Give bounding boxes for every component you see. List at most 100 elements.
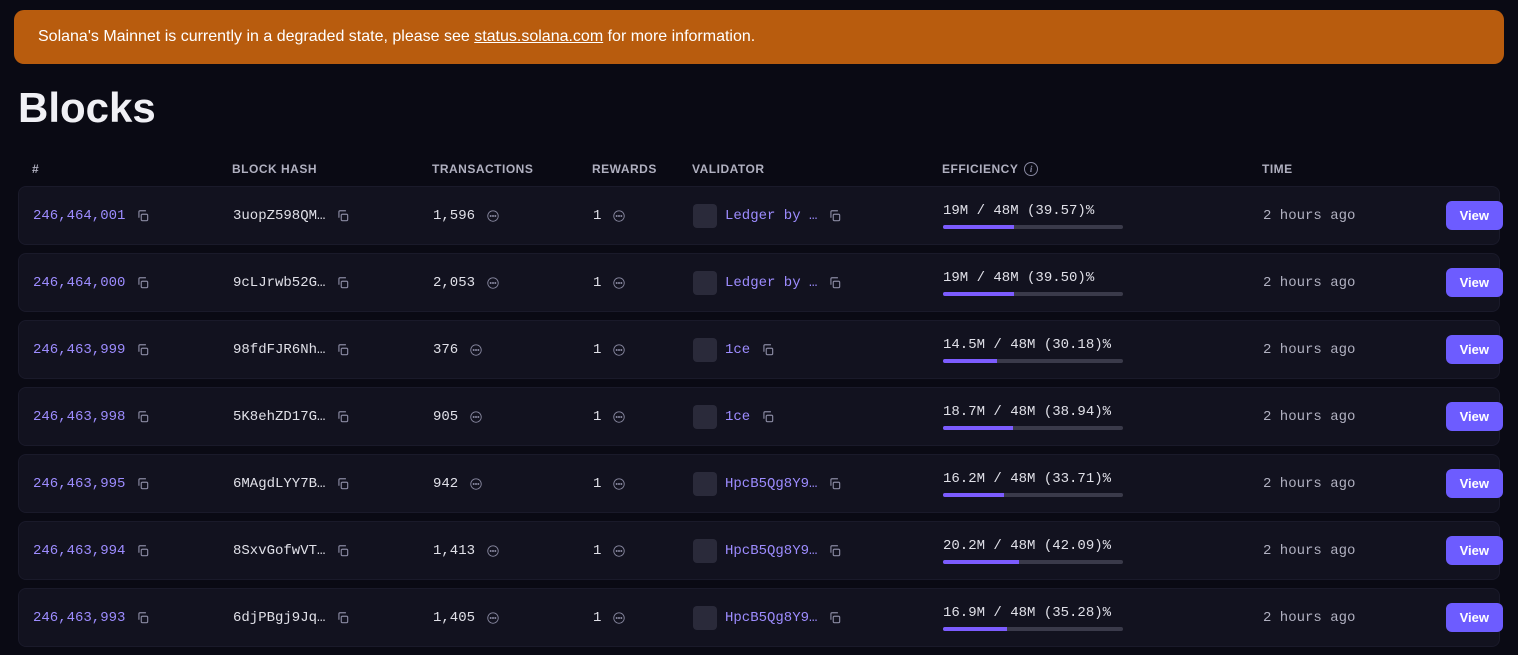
copy-icon[interactable] <box>333 340 353 360</box>
efficiency-bar <box>943 493 1123 497</box>
efficiency-text: 18.7M / 48M (38.94)% <box>943 404 1123 420</box>
efficiency-text: 19M / 48M (39.50)% <box>943 270 1123 286</box>
copy-icon[interactable] <box>825 474 845 494</box>
copy-icon[interactable] <box>333 407 353 427</box>
more-icon[interactable] <box>609 541 629 561</box>
block-number[interactable]: 246,464,000 <box>33 275 125 291</box>
copy-icon[interactable] <box>333 608 353 628</box>
block-number[interactable]: 246,464,001 <box>33 208 125 224</box>
efficiency-bar <box>943 359 1123 363</box>
validator-name[interactable]: Ledger by … <box>725 275 817 291</box>
time-text: 2 hours ago <box>1263 275 1355 291</box>
copy-icon[interactable] <box>133 541 153 561</box>
block-number[interactable]: 246,463,995 <box>33 476 125 492</box>
tx-count: 2,053 <box>433 275 475 291</box>
efficiency-text: 16.2M / 48M (33.71)% <box>943 471 1123 487</box>
efficiency-text: 20.2M / 48M (42.09)% <box>943 538 1123 554</box>
more-icon[interactable] <box>466 474 486 494</box>
copy-icon[interactable] <box>825 608 845 628</box>
more-icon[interactable] <box>483 541 503 561</box>
more-icon[interactable] <box>609 474 629 494</box>
rewards-count: 1 <box>593 543 601 559</box>
validator-name[interactable]: HpcB5Qg8Y9… <box>725 543 817 559</box>
banner-link[interactable]: status.solana.com <box>474 28 603 45</box>
banner-text-before: Solana's Mainnet is currently in a degra… <box>38 28 474 45</box>
view-button[interactable]: View <box>1446 268 1503 297</box>
more-icon[interactable] <box>609 340 629 360</box>
block-hash: 3uopZ598QM… <box>233 208 325 224</box>
view-button[interactable]: View <box>1446 469 1503 498</box>
time-text: 2 hours ago <box>1263 476 1355 492</box>
block-number[interactable]: 246,463,999 <box>33 342 125 358</box>
validator-name[interactable]: Ledger by … <box>725 208 817 224</box>
table-row: 246,463,995 6MAgdLYY7B… 942 1 HpcB5Qg8Y9… <box>18 454 1500 513</box>
view-button[interactable]: View <box>1446 201 1503 230</box>
more-icon[interactable] <box>466 407 486 427</box>
tx-count: 942 <box>433 476 458 492</box>
tx-count: 905 <box>433 409 458 425</box>
blocks-table: # BLOCK HASH TRANSACTIONS REWARDS VALIDA… <box>0 152 1518 647</box>
efficiency-text: 16.9M / 48M (35.28)% <box>943 605 1123 621</box>
validator-avatar <box>693 271 717 295</box>
table-row: 246,464,001 3uopZ598QM… 1,596 1 Ledger b… <box>18 186 1500 245</box>
copy-icon[interactable] <box>825 206 845 226</box>
validator-avatar <box>693 338 717 362</box>
more-icon[interactable] <box>483 608 503 628</box>
rewards-count: 1 <box>593 275 601 291</box>
block-hash: 5K8ehZD17G… <box>233 409 325 425</box>
more-icon[interactable] <box>483 273 503 293</box>
copy-icon[interactable] <box>333 206 353 226</box>
validator-avatar <box>693 472 717 496</box>
time-text: 2 hours ago <box>1263 543 1355 559</box>
more-icon[interactable] <box>483 206 503 226</box>
view-button[interactable]: View <box>1446 536 1503 565</box>
view-button[interactable]: View <box>1446 603 1503 632</box>
banner-text-after: for more information. <box>603 28 755 45</box>
block-hash: 98fdFJR6Nh… <box>233 342 325 358</box>
more-icon[interactable] <box>466 340 486 360</box>
copy-icon[interactable] <box>825 541 845 561</box>
more-icon[interactable] <box>609 608 629 628</box>
col-time: TIME <box>1262 162 1402 176</box>
validator-name[interactable]: HpcB5Qg8Y9… <box>725 476 817 492</box>
copy-icon[interactable] <box>333 474 353 494</box>
view-button[interactable]: View <box>1446 402 1503 431</box>
time-text: 2 hours ago <box>1263 342 1355 358</box>
rewards-count: 1 <box>593 208 601 224</box>
table-row: 246,463,999 98fdFJR6Nh… 376 1 1ce 14.5M … <box>18 320 1500 379</box>
rewards-count: 1 <box>593 476 601 492</box>
block-number[interactable]: 246,463,998 <box>33 409 125 425</box>
copy-icon[interactable] <box>133 206 153 226</box>
table-header: # BLOCK HASH TRANSACTIONS REWARDS VALIDA… <box>18 152 1500 186</box>
copy-icon[interactable] <box>133 474 153 494</box>
copy-icon[interactable] <box>133 407 153 427</box>
col-validator: VALIDATOR <box>692 162 942 176</box>
copy-icon[interactable] <box>758 340 778 360</box>
copy-icon[interactable] <box>758 407 778 427</box>
block-number[interactable]: 246,463,994 <box>33 543 125 559</box>
copy-icon[interactable] <box>333 541 353 561</box>
validator-name[interactable]: HpcB5Qg8Y9… <box>725 610 817 626</box>
table-row: 246,464,000 9cLJrwb52G… 2,053 1 Ledger b… <box>18 253 1500 312</box>
rewards-count: 1 <box>593 409 601 425</box>
tx-count: 1,596 <box>433 208 475 224</box>
copy-icon[interactable] <box>333 273 353 293</box>
validator-avatar <box>693 539 717 563</box>
copy-icon[interactable] <box>133 273 153 293</box>
efficiency-text: 19M / 48M (39.57)% <box>943 203 1123 219</box>
copy-icon[interactable] <box>133 608 153 628</box>
validator-name[interactable]: 1ce <box>725 342 750 358</box>
validator-name[interactable]: 1ce <box>725 409 750 425</box>
more-icon[interactable] <box>609 407 629 427</box>
time-text: 2 hours ago <box>1263 208 1355 224</box>
block-number[interactable]: 246,463,993 <box>33 610 125 626</box>
more-icon[interactable] <box>609 273 629 293</box>
view-button[interactable]: View <box>1446 335 1503 364</box>
copy-icon[interactable] <box>133 340 153 360</box>
validator-avatar <box>693 405 717 429</box>
info-icon[interactable]: i <box>1024 162 1038 176</box>
copy-icon[interactable] <box>825 273 845 293</box>
more-icon[interactable] <box>609 206 629 226</box>
status-banner: Solana's Mainnet is currently in a degra… <box>14 10 1504 64</box>
page-title: Blocks <box>18 84 1518 132</box>
